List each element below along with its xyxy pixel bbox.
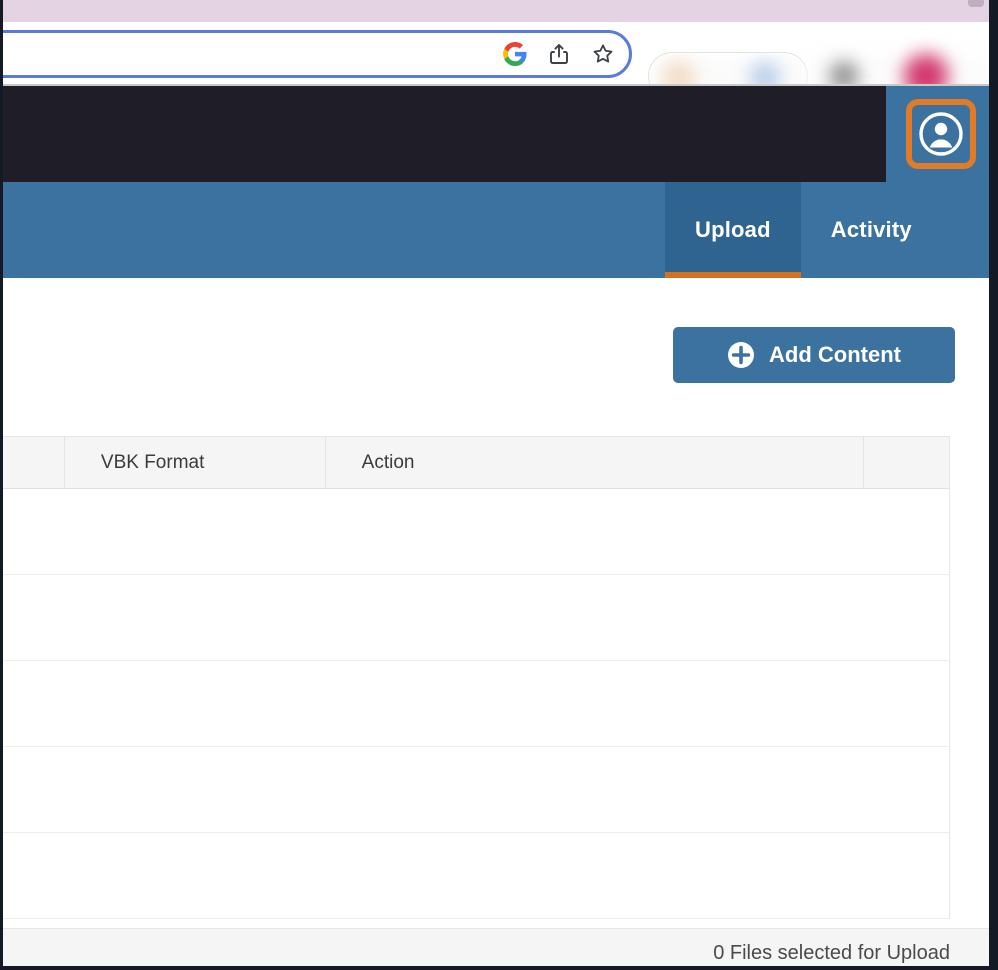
table-header-select [0, 437, 65, 488]
app-nav-tabs: Upload Activity [665, 182, 942, 278]
add-content-button[interactable]: Add Content [673, 327, 955, 383]
upload-files-table: VBK Format Action [0, 436, 950, 919]
table-header-spacer [864, 437, 949, 488]
table-header-vbk-format[interactable]: VBK Format [65, 437, 326, 488]
table-header-action[interactable]: Action [326, 437, 865, 488]
capture-edge-left [0, 0, 3, 970]
screenshot-root: Upload Activity Add Content VBK Format A… [0, 0, 998, 970]
table-row[interactable] [0, 833, 949, 919]
bookmark-star-icon[interactable] [591, 42, 615, 66]
plus-circle-icon [727, 341, 755, 369]
files-selected-status: 0 Files selected for Upload [713, 942, 950, 964]
address-bar-actions [503, 33, 615, 75]
table-row[interactable] [0, 747, 949, 833]
google-lens-icon[interactable] [503, 42, 527, 66]
address-bar[interactable] [0, 30, 632, 78]
tab-upload[interactable]: Upload [665, 182, 801, 278]
page-content: Add Content VBK Format Action 0 Files se… [0, 278, 998, 970]
tab-upload-label: Upload [695, 217, 771, 242]
browser-toolbar [0, 22, 998, 100]
app-header-bar [0, 86, 886, 182]
capture-edge-right [989, 0, 998, 970]
table-row[interactable] [0, 661, 949, 747]
tab-activity[interactable]: Activity [801, 182, 942, 278]
table-footer: 0 Files selected for Upload [0, 928, 998, 970]
share-icon[interactable] [547, 42, 571, 66]
tab-activity-label: Activity [830, 217, 912, 242]
browser-tab-strip [0, 0, 998, 22]
capture-edge-bottom [0, 966, 998, 970]
add-content-label: Add Content [769, 342, 901, 367]
table-row[interactable] [0, 489, 949, 575]
browser-tab-nub[interactable] [968, 0, 984, 7]
table-header-row: VBK Format Action [0, 437, 949, 489]
table-row[interactable] [0, 575, 949, 661]
account-icon [919, 112, 963, 156]
account-button[interactable] [913, 106, 969, 162]
